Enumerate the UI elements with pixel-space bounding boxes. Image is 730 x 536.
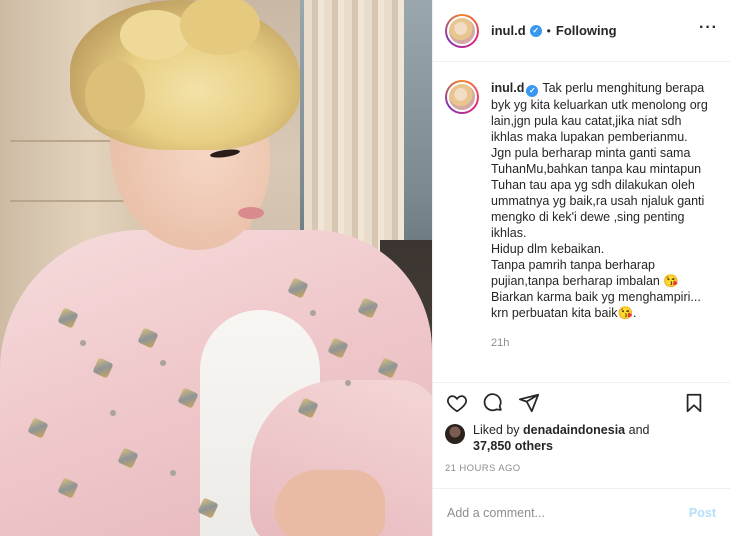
caption-text: Tak perlu menghitung berapa byk yg kita … (491, 81, 708, 320)
caption: inul.d ✓ Tak perlu menghitung berapa byk y… (491, 80, 716, 321)
likes-prefix: Liked by (473, 423, 524, 437)
verified-badge-icon: ✓ (529, 24, 542, 37)
post-side-panel: inul.d ✓ • Following ··· inul.d ✓ Tak perl… (432, 0, 730, 536)
comment-icon[interactable] (481, 391, 505, 415)
post-header: inul.d ✓ • Following ··· (433, 0, 730, 62)
verified-badge-icon: ✓ (526, 85, 539, 97)
liker-avatar[interactable] (445, 424, 465, 444)
liker-username[interactable]: denadaindonesia (523, 423, 625, 437)
caption-avatar[interactable] (445, 80, 479, 114)
caption-timestamp[interactable]: 21h (491, 337, 716, 349)
add-comment-bar: Post (433, 488, 730, 536)
action-bar (433, 382, 730, 422)
comment-input[interactable] (447, 505, 689, 520)
likes-text: Liked by denadaindonesia and 37,850 other… (473, 422, 649, 454)
hand (275, 470, 385, 536)
header-username[interactable]: inul.d (491, 23, 526, 38)
likes-count[interactable]: 37,850 others (473, 439, 553, 453)
avatar[interactable] (445, 13, 479, 48)
likes-summary: Liked by denadaindonesia and 37,850 other… (433, 422, 730, 458)
lips (238, 207, 264, 219)
caption-username[interactable]: inul.d (491, 81, 524, 95)
heart-icon[interactable] (445, 391, 469, 415)
comments-section: inul.d ✓ Tak perlu menghitung berapa byk y… (433, 62, 730, 382)
more-options-icon[interactable]: ··· (699, 20, 718, 36)
separator-dot: • (546, 23, 551, 38)
likes-middle: and (625, 423, 650, 437)
instagram-post: inul.d ✓ • Following ··· inul.d ✓ Tak perl… (0, 0, 730, 536)
post-button[interactable]: Post (689, 506, 716, 520)
post-photo[interactable] (0, 0, 432, 536)
post-time[interactable]: 21 HOURS AGO (433, 462, 730, 488)
share-icon[interactable] (517, 391, 541, 415)
bookmark-icon[interactable] (682, 391, 706, 415)
following-button[interactable]: Following (556, 23, 617, 38)
